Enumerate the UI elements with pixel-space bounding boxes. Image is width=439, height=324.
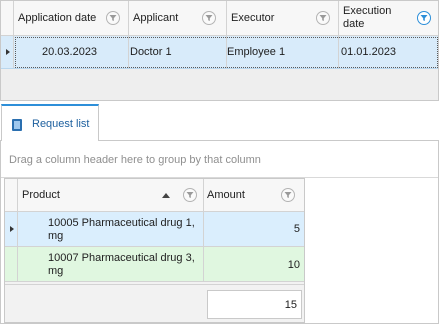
column-header-label: Amount <box>207 189 245 201</box>
column-header-amount[interactable]: Amount <box>204 179 304 211</box>
current-row-arrow-icon <box>10 226 14 232</box>
cell-text: 10005 Pharmaceutical drug 1, mg <box>48 217 195 242</box>
cell-product[interactable]: 10005 Pharmaceutical drug 1, mg <box>18 212 204 246</box>
column-header-label: Executor <box>231 12 275 24</box>
cell-amount[interactable]: 10 <box>204 247 304 281</box>
cell-text: 10 <box>287 259 300 271</box>
filter-funnel-icon[interactable] <box>183 188 197 202</box>
book-icon <box>12 119 22 131</box>
cell-text: 10007 Pharmaceutical drug 3, mg <box>48 252 195 277</box>
cell-text: 01.01.2023 <box>341 46 397 58</box>
tab-request-list[interactable]: Request list <box>1 104 99 141</box>
total-amount-value: 15 <box>284 299 297 311</box>
cell-text: 20.03.2023 <box>42 46 98 58</box>
cell-applicant[interactable]: Doctor 1 <box>129 36 227 68</box>
cell-text: Doctor 1 <box>130 46 172 58</box>
row-indicator <box>5 212 18 246</box>
request-list-grid: Product Amount 10005 Pharmaceutical drug… <box>4 178 305 323</box>
applications-grid-header: Application date Applicant Executor Exec… <box>1 1 438 36</box>
cell-text: Employee 1 <box>227 46 286 58</box>
column-header-label: Applicant <box>133 12 179 24</box>
amount-total-summary: 15 <box>207 290 302 319</box>
cell-amount[interactable]: 5 <box>204 212 304 246</box>
column-header-execution-date[interactable]: Execution date <box>339 1 438 35</box>
cell-application-date[interactable]: 20.03.2023 <box>14 36 129 68</box>
table-row[interactable]: 20.03.2023 Doctor 1 Employee 1 01.01.202… <box>1 36 438 69</box>
column-header-executor[interactable]: Executor <box>227 1 339 35</box>
filter-funnel-icon[interactable] <box>106 11 120 25</box>
active-filter-funnel-icon[interactable] <box>417 11 431 25</box>
column-header-product[interactable]: Product <box>18 179 204 211</box>
applications-grid: Application date Applicant Executor Exec… <box>0 0 439 101</box>
current-row-arrow-icon <box>6 49 10 55</box>
column-header-label: Execution date <box>343 5 392 30</box>
cell-executor[interactable]: Employee 1 <box>227 36 339 68</box>
column-header-application-date[interactable]: Application date <box>14 1 129 35</box>
request-grid-header: Product Amount <box>5 179 304 212</box>
group-by-panel[interactable]: Drag a column header here to group by th… <box>1 141 438 178</box>
cell-product[interactable]: 10007 Pharmaceutical drug 3, mg <box>18 247 204 281</box>
filter-funnel-icon[interactable] <box>202 11 216 25</box>
column-header-label: Application date <box>18 12 97 24</box>
column-header-label: Product <box>22 189 60 201</box>
group-by-hint: Drag a column header here to group by th… <box>9 154 261 166</box>
row-indicator <box>1 36 14 68</box>
header-indicator-cell <box>5 179 18 211</box>
table-row[interactable]: 10005 Pharmaceutical drug 1, mg 5 <box>5 212 304 247</box>
tab-label: Request list <box>32 118 90 130</box>
row-indicator <box>5 247 18 281</box>
table-row[interactable]: 10007 Pharmaceutical drug 3, mg 10 <box>5 247 304 282</box>
request-list-panel: Drag a column header here to group by th… <box>0 141 439 324</box>
detail-tab-strip: Request list <box>0 101 439 141</box>
header-indicator-cell <box>1 1 14 35</box>
cell-text: 5 <box>293 223 300 235</box>
cell-execution-date[interactable]: 01.01.2023 <box>339 36 438 68</box>
filter-funnel-icon[interactable] <box>316 11 330 25</box>
sort-ascending-icon <box>162 193 170 198</box>
grid-footer: 15 <box>5 284 304 322</box>
column-header-applicant[interactable]: Applicant <box>129 1 227 35</box>
filter-funnel-icon[interactable] <box>281 188 295 202</box>
